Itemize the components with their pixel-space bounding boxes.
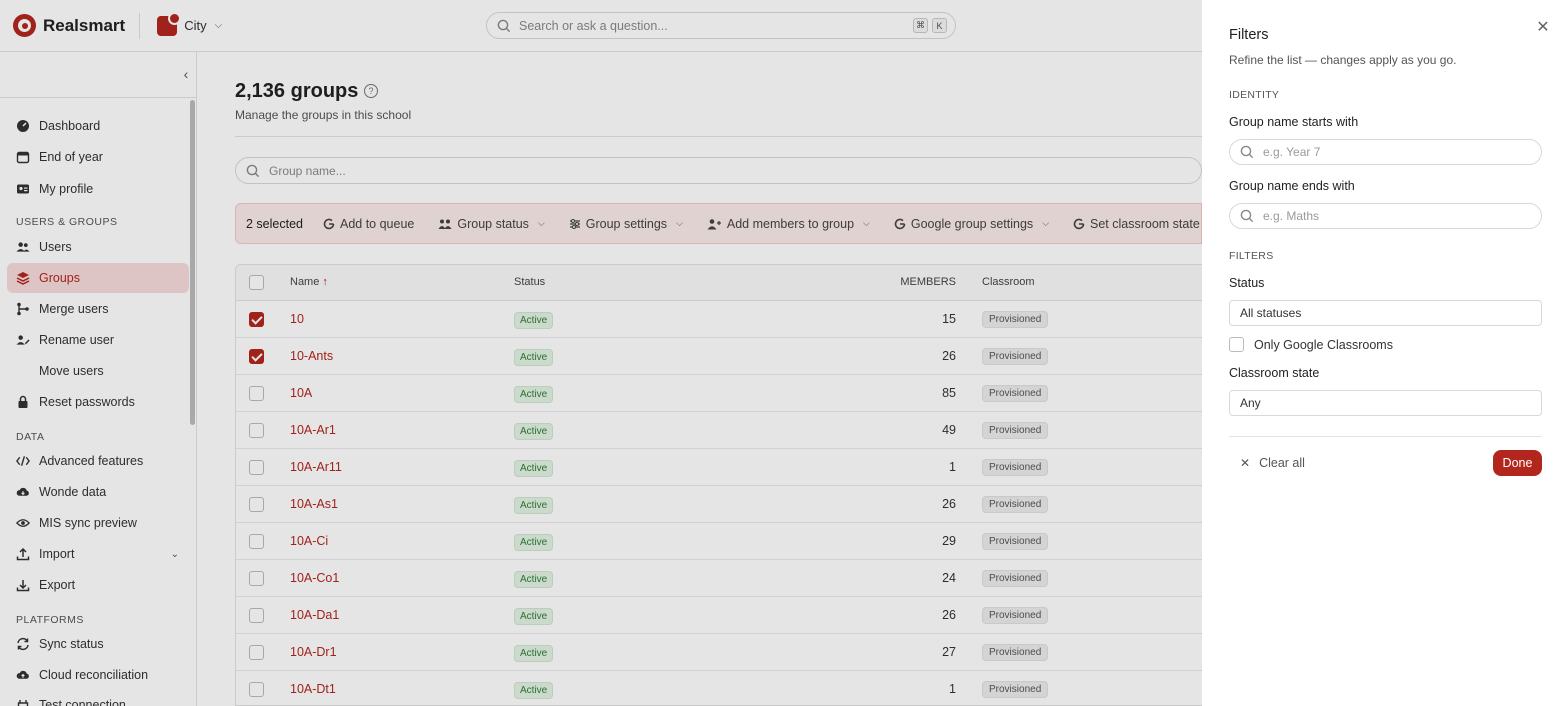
- modal-backdrop[interactable]: [0, 0, 1202, 706]
- ends-with-field[interactable]: [1229, 203, 1542, 229]
- only-google-classrooms-checkbox[interactable]: Only Google Classrooms: [1229, 337, 1393, 352]
- filters-drawer: Filters ✕ Refine the list — changes appl…: [1202, 0, 1568, 706]
- classroom-state-select[interactable]: Any: [1229, 390, 1542, 416]
- starts-with-input[interactable]: [1263, 145, 1523, 159]
- close-icon: ✕: [1240, 456, 1251, 470]
- clear-all-button[interactable]: ✕ Clear all: [1240, 456, 1305, 470]
- search-icon: [1240, 209, 1254, 223]
- only-google-classrooms-label: Only Google Classrooms: [1254, 337, 1393, 352]
- clear-all-label: Clear all: [1259, 456, 1305, 470]
- starts-with-label: Group name starts with: [1229, 115, 1359, 129]
- ends-with-label: Group name ends with: [1229, 179, 1355, 193]
- status-label: Status: [1229, 276, 1265, 290]
- classroom-state-label: Classroom state: [1229, 366, 1320, 380]
- status-select[interactable]: All statuses: [1229, 300, 1542, 326]
- drawer-title: Filters: [1229, 27, 1269, 43]
- identity-heading: IDENTITY: [1229, 89, 1280, 101]
- starts-with-field[interactable]: [1229, 139, 1542, 165]
- search-icon: [1240, 145, 1254, 159]
- drawer-subtitle: Refine the list — changes apply as you g…: [1229, 53, 1457, 67]
- checkbox-box[interactable]: [1229, 337, 1244, 352]
- drawer-divider: [1229, 436, 1542, 437]
- ends-with-input[interactable]: [1263, 209, 1523, 223]
- close-icon[interactable]: ✕: [1535, 17, 1551, 36]
- filters-heading: FILTERS: [1229, 250, 1274, 262]
- done-button[interactable]: Done: [1493, 450, 1542, 476]
